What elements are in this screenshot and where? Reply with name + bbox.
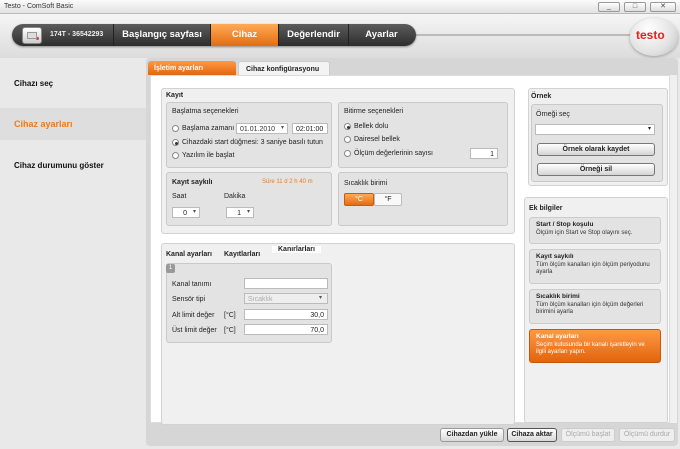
maximize-button[interactable]: □: [624, 2, 646, 12]
testo-logo: testo: [630, 18, 678, 56]
template-select[interactable]: [535, 124, 655, 135]
unit-fahrenheit-button[interactable]: °F: [374, 193, 402, 206]
high-limit-label: Üst limit değer: [172, 327, 217, 334]
recording-cycle-title: Kayıt saykılı: [172, 179, 213, 186]
load-from-device-button[interactable]: Cihazdan yükle: [440, 428, 504, 442]
radio-ring-memory-label: Dairesel bellek: [354, 136, 400, 143]
window-titlebar: Testo - ComSoft Basic: [0, 0, 680, 14]
delete-template-button[interactable]: Örneği sil: [537, 163, 655, 176]
radio-start-time-label: Başlama zamanı: [182, 125, 235, 132]
tab-operation-settings[interactable]: İşletim ayarları: [148, 61, 236, 75]
value-count-field[interactable]: 1: [470, 148, 498, 159]
info-recording-cycle[interactable]: Kayıt saykılı Tüm ölçüm kanalları için ö…: [529, 249, 661, 284]
high-limit-input[interactable]: 70,0: [244, 324, 328, 335]
minute-label: Dakika: [224, 193, 246, 200]
unit-celsius-button[interactable]: °C: [344, 193, 374, 206]
header-line: [416, 34, 636, 36]
sidebar-item-device-settings[interactable]: Cihaz ayarları: [0, 108, 146, 140]
info-text: Seçim kutusunda bir kanalı işaretleyin v…: [536, 342, 645, 355]
device-icon: [22, 27, 42, 44]
chevron-down-icon: ▾: [192, 209, 196, 215]
close-button[interactable]: ✕: [650, 2, 676, 12]
hour-label: Saat: [172, 193, 187, 200]
info-text: Tüm ölçüm kanalları için ölçüm periyodun…: [536, 262, 650, 275]
duration-text: Süre 11 d 2 h 40 m: [262, 179, 313, 185]
start-time-field[interactable]: 02:01:00: [292, 123, 328, 134]
template-select-label: Örneği seç: [536, 111, 570, 118]
save-template-button[interactable]: Örnek olarak kaydet: [537, 143, 655, 156]
chevron-down-icon: ▾: [647, 126, 651, 132]
temperature-unit-title: Sıcaklık birimi: [344, 180, 388, 187]
channel-number-badge[interactable]: 1: [166, 264, 175, 273]
info-title: Sıcaklık birimi: [536, 293, 580, 300]
chevron-down-icon: ▾: [318, 295, 322, 301]
channel-settings-title-2: Kayıtlarları: [224, 251, 261, 258]
sidebar-item-device-status[interactable]: Cihaz durumunu göster: [14, 161, 104, 170]
channel-name-input[interactable]: [244, 278, 328, 289]
start-options-title: Başlatma seçenekleri: [172, 108, 239, 115]
additional-info-title: Ek bilgiler: [529, 205, 563, 212]
minimize-button[interactable]: _: [598, 2, 620, 12]
radio-software-start[interactable]: [172, 152, 179, 159]
start-measurement-button[interactable]: Ölçümü başlat: [561, 428, 615, 442]
chevron-down-icon: ▾: [280, 125, 284, 131]
radio-memory-full-label: Bellek dolu: [354, 123, 389, 130]
info-title: Kayıt saykılı: [536, 253, 574, 260]
radio-value-count[interactable]: [344, 150, 351, 157]
channel-settings-title: Kanal ayarları: [166, 251, 212, 258]
nav-tab-home[interactable]: Başlangıç sayfası: [113, 24, 210, 46]
radio-device-button[interactable]: [172, 139, 179, 146]
info-temperature-unit[interactable]: Sıcaklık birimi Tüm ölçüm kanalları için…: [529, 289, 661, 324]
stop-options-title: Bitirme seçenekleri: [344, 108, 404, 115]
logo-text: testo: [636, 28, 665, 42]
window-title: Testo - ComSoft Basic: [4, 3, 74, 10]
info-title: Start / Stop koşulu: [536, 221, 594, 228]
info-text: Tüm ölçüm kanalları için ölçüm değerleri…: [536, 302, 644, 315]
high-limit-unit: [°C]: [224, 327, 236, 334]
radio-value-count-label: Ölçüm değerlerinin sayısı: [354, 150, 433, 157]
info-text: Ölçüm için Start ve Stop olayını seç.: [536, 230, 633, 236]
recording-title: Kayıt: [166, 92, 184, 99]
nav-tab-settings[interactable]: Ayarlar: [348, 24, 414, 46]
radio-ring-memory[interactable]: [344, 136, 351, 143]
sidebar-item-select-device[interactable]: Cihazı seç: [14, 79, 53, 88]
low-limit-input[interactable]: 30,0: [244, 309, 328, 320]
chevron-down-icon: ▾: [246, 209, 250, 215]
low-limit-label: Alt limit değer: [172, 312, 215, 319]
template-title: Örnek: [531, 93, 552, 100]
sensor-type-label: Sensör tipi: [172, 296, 206, 303]
low-limit-unit: [°C]: [224, 312, 236, 319]
radio-device-button-label: Cihazdaki start düğmesi: 3 saniye basılı…: [182, 139, 323, 146]
tab-device-configuration[interactable]: Cihaz konfigürasyonu: [238, 61, 330, 75]
scrollbar[interactable]: [669, 75, 677, 423]
transfer-to-device-button[interactable]: Cihaza aktar: [507, 428, 557, 442]
channel-name-label: Kanal tanımı: [172, 281, 212, 288]
sidebar-item-label: Cihaz ayarları: [14, 119, 73, 129]
nav-tab-device[interactable]: Cihaz: [210, 24, 278, 46]
radio-software-start-label: Yazılım ile başlat: [182, 152, 235, 159]
radio-memory-full[interactable]: [344, 123, 351, 130]
info-channel-settings[interactable]: Kanal ayarları Seçim kutusunda bir kanal…: [529, 329, 661, 363]
nav-tab-evaluate[interactable]: Değerlendir: [278, 24, 348, 46]
channel-ghost-title: Kanırlarları: [272, 246, 321, 253]
device-id: 174T - 36542293: [50, 31, 104, 38]
info-title: Kanal ayarları: [536, 333, 579, 340]
stop-measurement-button[interactable]: Ölçümü durdur: [619, 428, 675, 442]
radio-start-time[interactable]: [172, 125, 179, 132]
info-start-stop[interactable]: Start / Stop koşulu Ölçüm için Start ve …: [529, 217, 661, 244]
